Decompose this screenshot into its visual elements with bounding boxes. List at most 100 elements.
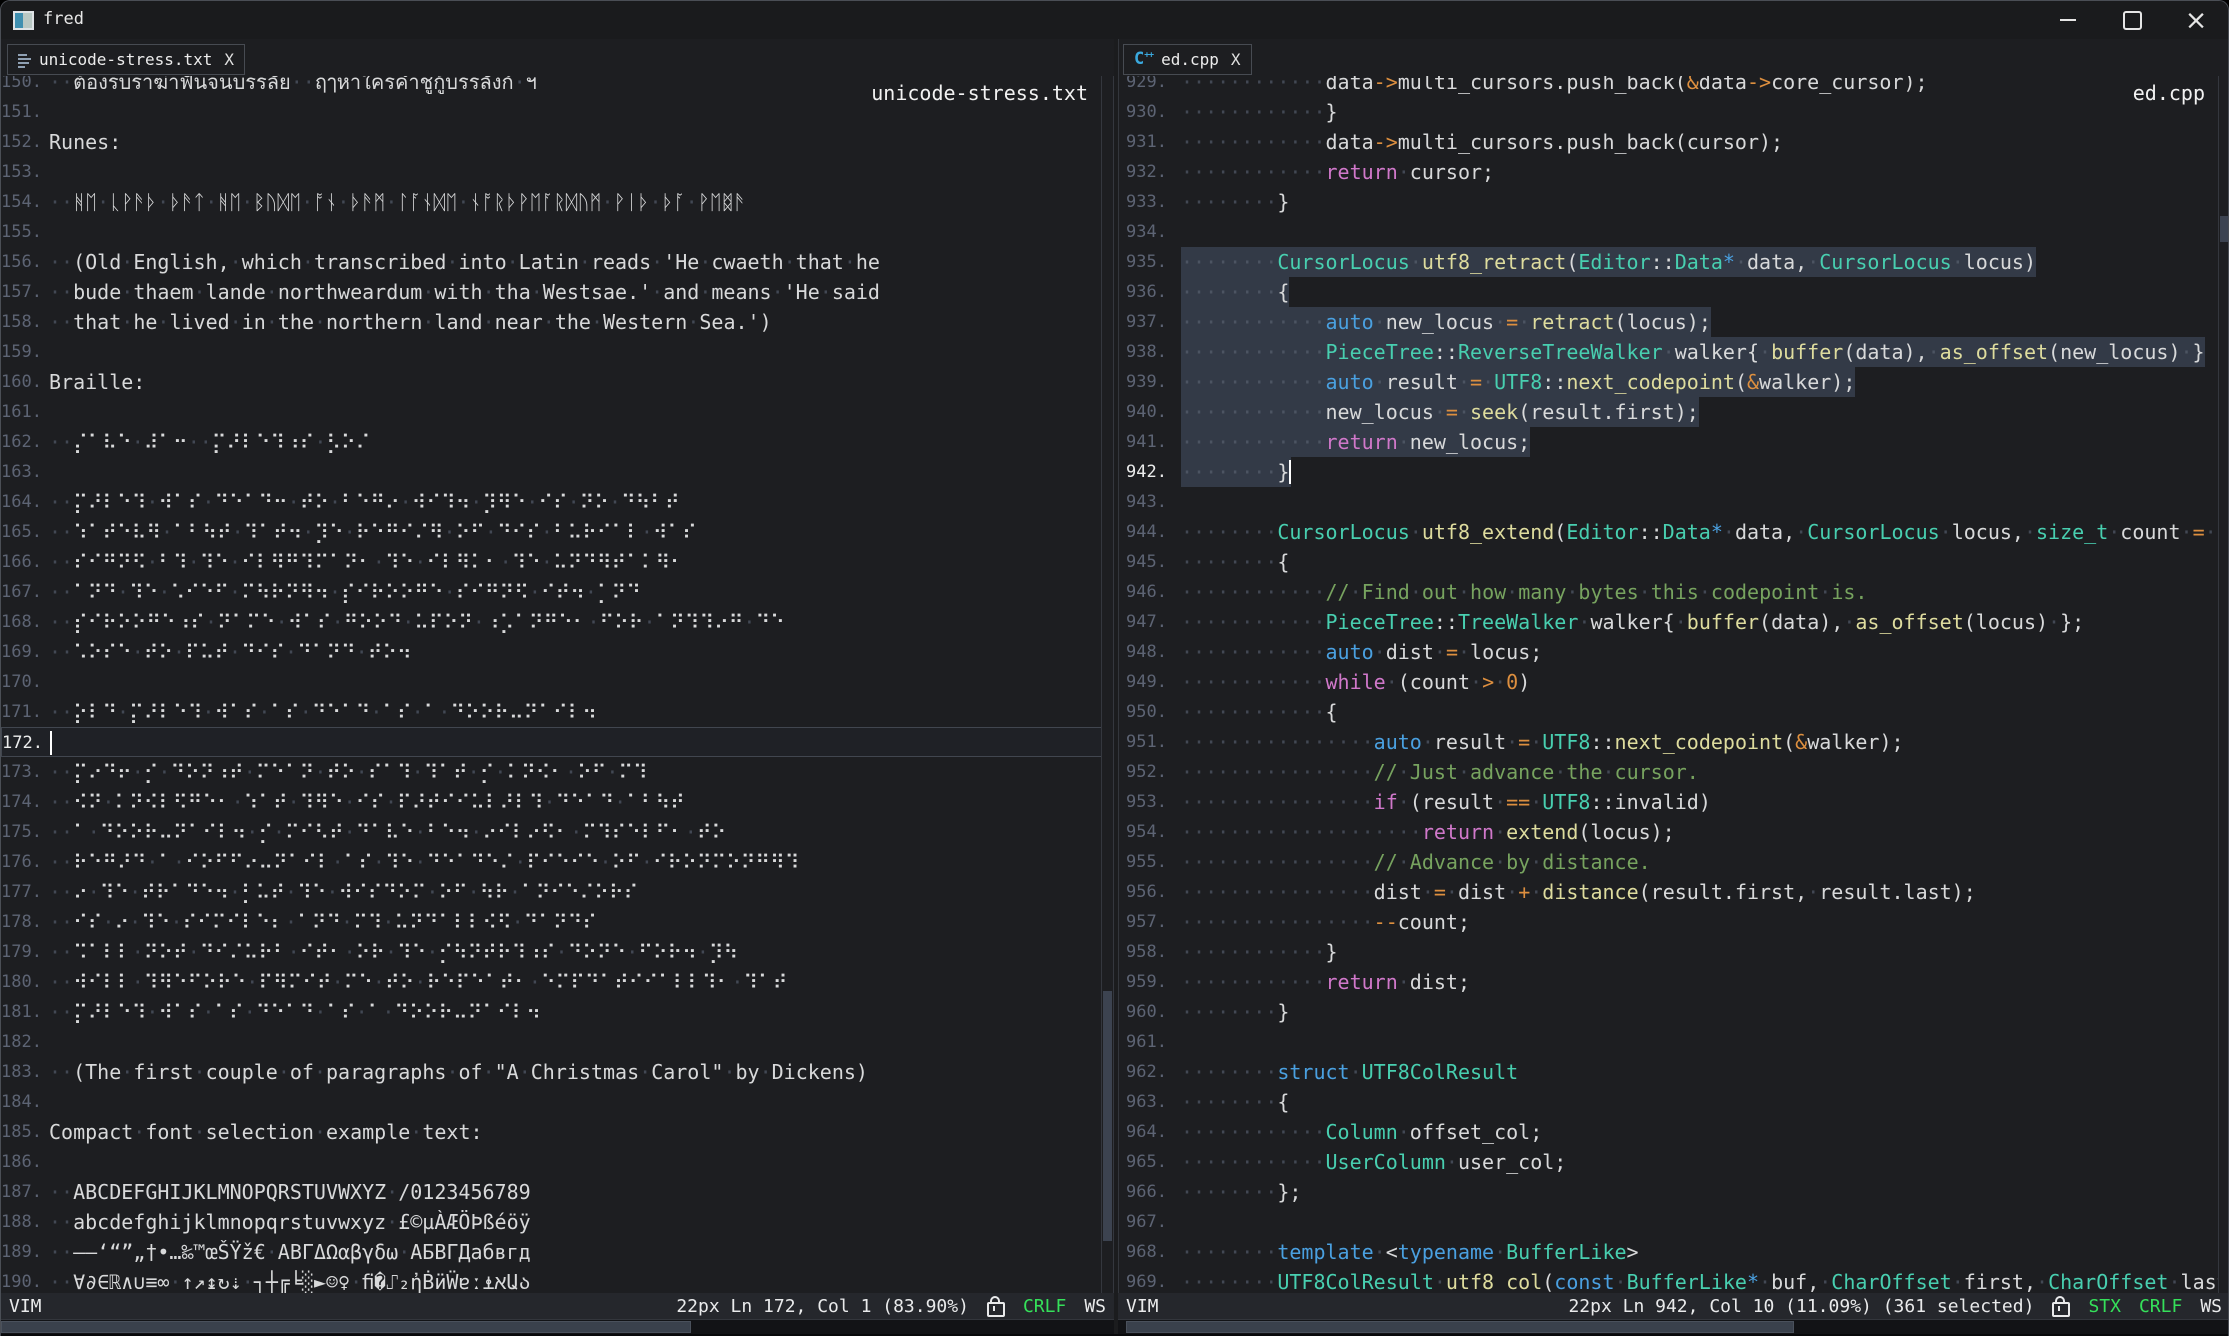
maximize-button[interactable] (2102, 1, 2162, 39)
code-line[interactable]: 963.········{ (1119, 1087, 2229, 1117)
code-line[interactable]: 186. (1, 1147, 1114, 1177)
code-line[interactable]: 165.··⠱⠁⠞⠑⠧⠻·⠁⠃⠳⠞·⠹⠁⠞⠲·⡹⠑·⠗⠑⠛⠊⠌⠻·⠕⠋·⠙⠊⠎·… (1, 517, 1114, 547)
right-horizontal-scrollbar[interactable] (1118, 1319, 2229, 1335)
code-line[interactable]: 163. (1, 457, 1114, 487)
code-line[interactable]: 945.········{ (1119, 547, 2229, 577)
code-line[interactable]: 959.············return·dist; (1119, 967, 2229, 997)
tab-close-icon[interactable]: X (1231, 50, 1241, 69)
code-line[interactable]: 933.········} (1119, 187, 2229, 217)
code-line[interactable]: 173.··⡍⠔⠙⠖·⡊·⠙⠕⠝⠰⠞·⠍⠑⠁⠝·⠞⠕·⠎⠁⠹·⠹⠁⠞·⡊·⠅⠝⠪… (1, 757, 1114, 787)
code-line[interactable]: 935.········CursorLocus·utf8_retract(Edi… (1119, 247, 2229, 277)
code-line[interactable]: 188.··abcdefghijklmnopqrstuvwxyz·£©µÀÆÖÞ… (1, 1207, 1114, 1237)
code-line[interactable]: 177.··⠔·⠹⠑·⠞⠗⠁⠙⠑⠲·⡃⠥⠞·⠹⠑·⠺⠊⠎⠙⠕⠍·⠕⠋·⠳⠗·⠁⠝… (1, 877, 1114, 907)
right-vertical-scrollbar[interactable] (2218, 76, 2229, 1293)
close-button[interactable]: × (2166, 1, 2226, 39)
code-line[interactable]: 969.········UTF8ColResult·utf8_col(const… (1119, 1267, 2229, 1293)
code-line[interactable]: 966.········}; (1119, 1177, 2229, 1207)
code-line[interactable]: 936.········{ (1119, 277, 2229, 307)
code-line[interactable]: 952.················//·Just·advance·the·… (1119, 757, 2229, 787)
code-line[interactable]: 931.············data->multi_cursors.push… (1119, 127, 2229, 157)
code-line[interactable]: 181.··⡍⠜⠇⠑⠹·⠺⠁⠎·⠁⠎·⠙⠑⠁⠙·⠁⠎·⠁·⠙⠕⠕⠗⠤⠝⠁⠊⠇⠲ (1, 997, 1114, 1027)
code-line[interactable]: 189.··–—‘“”„†•…‰™œŠŸž€·ΑΒΓΔΩαβγδω·АБВГДа… (1, 1237, 1114, 1267)
code-line[interactable]: 171.··⡕⠇⠙·⡍⠜⠇⠑⠹·⠺⠁⠎·⠁⠎·⠙⠑⠁⠙·⠁⠎·⠁·⠙⠕⠕⠗⠤⠝⠁… (1, 697, 1114, 727)
code-line[interactable]: 176.··⠗⠑⠛⠜⠙·⠁·⠊⠕⠋⠋⠔⠤⠝⠁⠊⠇·⠁⠎·⠹⠑·⠙⠑⠁⠙⠑⠌·⠏⠊… (1, 847, 1114, 877)
code-line[interactable]: 185.Compact·font·selection·example·text: (1, 1117, 1114, 1147)
code-line[interactable]: 965.············UserColumn·user_col; (1119, 1147, 2229, 1177)
editor-pane-code[interactable]: C++ ed.cpp X ed.cpp 929.············data… (1118, 39, 2229, 1293)
code-line[interactable]: 158.··that·he·lived·in·the·northern·land… (1, 307, 1114, 337)
left-vscroll-thumb[interactable] (1103, 991, 1112, 1241)
tab-unicode-stress[interactable]: unicode-stress.txt X (7, 44, 245, 75)
code-line[interactable]: 940.············new_locus·=·seek(result.… (1119, 397, 2229, 427)
code-line[interactable]: 153. (1, 157, 1114, 187)
code-line[interactable]: 174.··⠪⠝·⠅⠝⠪⠇⠫⠛⠑⠂·⠱⠁⠞·⠹⠻⠑·⠊⠎·⠏⠜⠞⠊⠊⠥⠇⠜⠇⠹·… (1, 787, 1114, 817)
code-line[interactable]: 182. (1, 1027, 1114, 1057)
code-line[interactable]: 942.········} (1119, 457, 2229, 487)
right-vscroll-thumb[interactable] (2220, 216, 2229, 242)
code-line[interactable]: 155. (1, 217, 1114, 247)
right-hscroll-thumb[interactable] (1126, 1321, 1794, 1333)
code-line[interactable]: 184. (1, 1087, 1114, 1117)
title-bar[interactable]: fred × (1, 1, 2228, 39)
code-line[interactable]: 929.············data->multi_cursors.push… (1119, 76, 2229, 97)
code-line[interactable]: 938.············PieceTree::ReverseTreeWa… (1119, 337, 2229, 367)
code-line[interactable]: 164.··⡍⠜⠇⠑⠹·⠺⠁⠎·⠙⠑⠁⠙⠒·⠞⠕·⠃⠑⠛⠔·⠺⠊⠹⠲·⡹⠻⠑·⠊… (1, 487, 1114, 517)
code-line[interactable]: 183.··(The·first·couple·of·paragraphs·of… (1, 1057, 1114, 1087)
code-line[interactable]: 951.················auto·result·=·UTF8::… (1119, 727, 2229, 757)
code-line[interactable]: 167.··⠁⠝⠙·⠹⠑·⠡⠊⠑⠋·⠍⠳⠗⠝⠻⠲·⡎⠊⠗⠕⠕⠛⠑·⠎⠊⠛⠝⠫·⠊… (1, 577, 1114, 607)
tab-ed-cpp[interactable]: C++ ed.cpp X (1123, 44, 1252, 75)
code-line[interactable]: 152.Runes: (1, 127, 1114, 157)
code-line[interactable]: 932.············return·cursor; (1119, 157, 2229, 187)
code-line[interactable]: 939.············auto·result·=·UTF8::next… (1119, 367, 2229, 397)
code-line[interactable]: 930.············} (1119, 97, 2229, 127)
code-line[interactable]: 180.··⠺⠊⠇⠇·⠹⠻⠑⠋⠕⠗⠑·⠏⠻⠍⠊⠞·⠍⠑·⠞⠕·⠗⠑⠏⠑⠁⠞⠂·⠑… (1, 967, 1114, 997)
code-line[interactable]: 943. (1119, 487, 2229, 517)
code-line[interactable]: 178.··⠊⠎·⠔·⠹⠑·⠎⠊⠍⠊⠇⠑⠆·⠁⠝⠙·⠍⠹·⠥⠝⠙⠁⠇⠇⠪⠫·⠙⠁… (1, 907, 1114, 937)
minimize-button[interactable] (2038, 1, 2098, 39)
left-code-viewport[interactable]: 150.··ต้องรบราฆ่าฟันจนบรรลัย··ฤๅหาใครค้ำ… (1, 76, 1114, 1293)
code-line[interactable]: 934. (1119, 217, 2229, 247)
code-line[interactable]: 168.··⡎⠊⠗⠕⠕⠛⠑⠰⠎·⠝⠁⠍⠑·⠺⠁⠎·⠛⠕⠕⠙·⠥⠏⠕⠝·⠰⡡⠁⠝⠛… (1, 607, 1114, 637)
tab-close-icon[interactable]: X (224, 50, 234, 69)
code-line[interactable]: 156.··(Old·English,·which·transcribed·in… (1, 247, 1114, 277)
code-line[interactable]: 960.········} (1119, 997, 2229, 1027)
code-line[interactable]: 944.········CursorLocus·utf8_extend(Edit… (1119, 517, 2229, 547)
code-line[interactable]: 157.··bude·thaem·lande·northweardum·with… (1, 277, 1114, 307)
code-line[interactable]: 955.················//·Advance·by·distan… (1119, 847, 2229, 877)
code-line[interactable]: 162.··⡌⠁⠧⠑·⠼⠁⠒··⡍⠜⠇⠑⠹⠰⠎·⡣⠕⠌ (1, 427, 1114, 457)
code-line[interactable]: 159. (1, 337, 1114, 367)
code-line[interactable]: 953.················if·(result·==·UTF8::… (1119, 787, 2229, 817)
left-vertical-scrollbar[interactable] (1101, 76, 1114, 1293)
code-line[interactable]: 172. (1, 727, 1114, 757)
code-line[interactable]: 175.··⠁·⠙⠕⠕⠗⠤⠝⠁⠊⠇⠲·⡊·⠍⠊⠣⠞·⠙⠁⠧⠑·⠃⠑⠲·⠔⠊⠇⠔⠫… (1, 817, 1114, 847)
code-line[interactable]: 961. (1119, 1027, 2229, 1057)
left-hscroll-thumb[interactable] (1, 1321, 691, 1333)
code-line[interactable]: 161. (1, 397, 1114, 427)
code-line[interactable]: 937.············auto·new_locus·=·retract… (1119, 307, 2229, 337)
code-line[interactable]: 170. (1, 667, 1114, 697)
code-line[interactable]: 957.················--count; (1119, 907, 2229, 937)
code-line[interactable]: 941.············return·new_locus; (1119, 427, 2229, 457)
code-line[interactable]: 950.············{ (1119, 697, 2229, 727)
code-line[interactable]: 958.············} (1119, 937, 2229, 967)
code-line[interactable]: 169.··⠡⠕⠎⠑·⠞⠕·⠏⠥⠞·⠙⠊⠎·⠙⠁⠝⠙·⠞⠕⠲ (1, 637, 1114, 667)
code-line[interactable]: 962.········struct·UTF8ColResult (1119, 1057, 2229, 1087)
code-line[interactable]: 949.············while·(count·>·0) (1119, 667, 2229, 697)
code-line[interactable]: 190.··∀∂∈ℝ∧∪≡∞·↑↗↨↻⇣·┐┼╔╘░►☺♀·ﬁ�⑀₂ἠḂӥẄɐː… (1, 1267, 1114, 1293)
right-code-viewport[interactable]: 929.············data->multi_cursors.push… (1119, 76, 2229, 1293)
code-line[interactable]: 947.············PieceTree::TreeWalker·wa… (1119, 607, 2229, 637)
code-line[interactable]: 948.············auto·dist·=·locus; (1119, 637, 2229, 667)
code-line[interactable]: 967. (1119, 1207, 2229, 1237)
code-line[interactable]: 968.········template·<typename·BufferLik… (1119, 1237, 2229, 1267)
code-line[interactable]: 946.············//·Find·out·how·many·byt… (1119, 577, 2229, 607)
editor-pane-text[interactable]: unicode-stress.txt X unicode-stress.txt … (1, 39, 1114, 1293)
code-line[interactable]: 964.············Column·offset_col; (1119, 1117, 2229, 1147)
code-line[interactable]: 160.Braille: (1, 367, 1114, 397)
code-line[interactable]: 187.··ABCDEFGHIJKLMNOPQRSTUVWXYZ·/012345… (1, 1177, 1114, 1207)
code-line[interactable]: 179.··⠩⠁⠇⠇·⠝⠕⠞·⠙⠊⠌⠥⠗⠃·⠊⠞⠂·⠕⠗·⠹⠑·⡊⠳⠝⠞⠗⠹⠰⠎… (1, 937, 1114, 967)
left-horizontal-scrollbar[interactable] (1, 1319, 1114, 1335)
code-line[interactable]: 954.····················return·extend(lo… (1119, 817, 2229, 847)
code-line[interactable]: 154.··ᚻᛖ·ᚳᚹᚫᚦ·ᚦᚫᛏ·ᚻᛖ·ᛒᚢᛞᛖ·ᚩᚾ·ᚦᚫᛗ·ᛚᚪᚾᛞᛖ·ᚾ… (1, 187, 1114, 217)
code-line[interactable]: 166.··⠎⠊⠛⠝⠫·⠃⠹·⠹⠑·⠊⠇⠻⠛⠹⠍⠁⠝⠂·⠹⠑·⠊⠇⠻⠅⠂·⠹⠑·… (1, 547, 1114, 577)
code-line[interactable]: 956.················dist·=·dist·+·distan… (1119, 877, 2229, 907)
